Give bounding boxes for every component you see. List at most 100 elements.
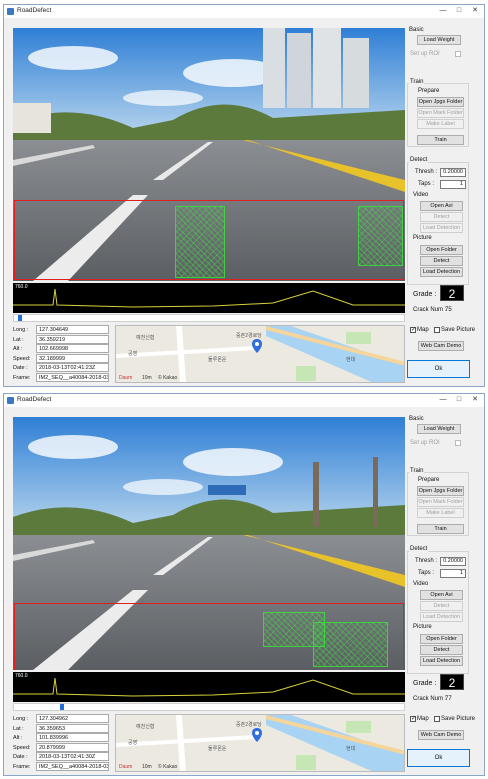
video-detect-button[interactable]: Detect — [420, 601, 463, 611]
grade-label: Grade : — [413, 680, 437, 687]
make-label-button[interactable]: Make Label — [417, 119, 464, 129]
video-detect-button[interactable]: Detect — [420, 212, 463, 222]
info-label: Frame: — [13, 375, 31, 381]
map-view[interactable]: 예천신협 공영 둘루몬운 중촌2경로당 현대 Daum 10m © Kakao — [115, 714, 405, 772]
info-value: 36.359653 — [36, 723, 109, 733]
open-avi-button[interactable]: Open Avi — [420, 201, 463, 211]
map-checkbox[interactable]: ✓ — [410, 327, 416, 333]
thresh-input[interactable]: 0.20000 — [440, 168, 466, 177]
info-row: Long : 127.304962 — [13, 714, 111, 724]
detection-box — [313, 622, 388, 667]
open-jpgs-folder-button[interactable]: Open Jpgs Folder — [417, 97, 464, 107]
minimize-button[interactable]: — — [436, 6, 450, 16]
section-prepare: Prepare — [418, 477, 440, 483]
video-load-detection-button[interactable]: Load Detection — [420, 223, 463, 233]
setup-roi-label: Set up ROI — [410, 440, 440, 446]
section-prepare: Prepare — [418, 88, 440, 94]
slider-thumb[interactable] — [60, 704, 65, 710]
taps-input[interactable]: 1 — [440, 180, 466, 189]
minimize-button[interactable]: — — [436, 395, 450, 405]
thresh-input[interactable]: 0.20000 — [440, 557, 466, 566]
close-button[interactable]: ✕ — [468, 395, 482, 405]
slider-thumb[interactable] — [17, 315, 22, 321]
info-row: Date : 2018-03-13T02:41:30Z — [13, 752, 111, 762]
info-row: Speed: 32.189999 — [13, 353, 111, 364]
timeline-slider[interactable] — [13, 703, 405, 711]
map-label: 둘루몬운 — [208, 746, 227, 752]
map-brand: Daum — [119, 764, 133, 770]
window-title: RoadDefect — [17, 396, 52, 403]
setup-roi-checkbox[interactable] — [455, 440, 461, 446]
info-value: IM2_SEQ__a40084-2018-03- — [36, 373, 109, 382]
open-mark-folder-button[interactable]: Open Mark Folder — [417, 497, 464, 507]
section-video: Video — [413, 581, 429, 587]
map-view[interactable]: 예천신협 공영 둘루몬운 중촌2경로당 현대 Daum 10m © Kakao — [115, 325, 405, 383]
section-train: Train — [409, 468, 425, 474]
map-label: 공영 — [128, 740, 138, 746]
info-value: IM2_SEQ__a40084-2018-03- — [36, 762, 109, 771]
info-label: Long : — [13, 716, 29, 722]
video-frame — [13, 417, 405, 670]
ok-button[interactable]: Ok — [407, 749, 470, 767]
thresh-label: Thresh : — [415, 558, 438, 564]
open-jpgs-folder-button[interactable]: Open Jpgs Folder — [417, 486, 464, 496]
gps-info-panel: Long : 127.304649 Lat : 36.359219 Alt : 102.6… — [13, 325, 111, 383]
open-folder-button[interactable]: Open Folder — [420, 634, 463, 644]
thresh-label: Thresh : — [415, 169, 438, 175]
setup-roi-checkbox[interactable] — [455, 51, 461, 57]
info-row: Frame: IM2_SEQ__a40084-2018-03- — [13, 373, 111, 383]
train-button[interactable]: Train — [417, 135, 464, 145]
open-avi-button[interactable]: Open Avi — [420, 590, 463, 600]
map-checkbox-label: Map — [417, 327, 429, 333]
picture-load-detection-button[interactable]: Load Detection — [420, 656, 463, 666]
info-row: Alt : 101.839996 — [13, 733, 111, 743]
grade-display: 2 — [440, 285, 464, 301]
map-checkbox[interactable]: ✓ — [410, 716, 416, 722]
picture-detect-button[interactable]: Detect — [420, 645, 463, 655]
timeline-slider[interactable] — [13, 314, 405, 322]
graph-line — [13, 288, 405, 308]
app-icon — [7, 8, 14, 15]
taps-input[interactable]: 1 — [440, 569, 466, 578]
info-row: Date : 2018-03-13T02:41:23Z — [13, 363, 111, 373]
load-weight-button[interactable]: Load Weight — [417, 35, 461, 45]
info-value: 101.839996 — [36, 733, 109, 743]
info-label: Alt : — [13, 735, 23, 742]
load-weight-button[interactable]: Load Weight — [417, 424, 461, 434]
maximize-button[interactable]: □ — [452, 395, 466, 405]
picture-detect-button[interactable]: Detect — [420, 256, 463, 266]
open-mark-folder-button[interactable]: Open Mark Folder — [417, 108, 464, 118]
crack-num-label: Crack Num : — [413, 696, 447, 702]
train-button[interactable]: Train — [417, 524, 464, 534]
picture-load-detection-button[interactable]: Load Detection — [420, 267, 463, 277]
map-label: 현대 — [346, 746, 356, 752]
maximize-button[interactable]: □ — [452, 6, 466, 16]
web-cam-demo-button[interactable]: Web Cam Demo — [418, 341, 464, 351]
detection-box — [175, 206, 225, 278]
location-pin-icon — [252, 339, 262, 353]
close-button[interactable]: ✕ — [468, 6, 482, 16]
video-load-detection-button[interactable]: Load Detection — [420, 612, 463, 622]
crack-num-value: 77 — [445, 696, 452, 702]
map-label: 예천신협 — [136, 335, 155, 341]
map-label: 둘루몬운 — [208, 357, 227, 363]
save-picture-checkbox[interactable] — [434, 327, 440, 333]
map-kakao: © Kakao — [158, 375, 178, 381]
taps-label: Taps : — [418, 570, 435, 576]
map-scale: 10m — [142, 764, 152, 770]
web-cam-demo-button[interactable]: Web Cam Demo — [418, 730, 464, 740]
save-picture-checkbox[interactable] — [434, 716, 440, 722]
info-value: 102.669998 — [36, 344, 109, 354]
map-scale: 10m — [142, 375, 152, 381]
open-folder-button[interactable]: Open Folder — [420, 245, 463, 255]
taps-label: Taps : — [418, 181, 435, 187]
map-label: 예천신협 — [136, 724, 155, 730]
make-label-button[interactable]: Make Label — [417, 508, 464, 518]
map-label: 중촌2경로당 — [236, 722, 262, 728]
info-value: 32.189999 — [36, 353, 109, 363]
ok-button[interactable]: Ok — [407, 360, 470, 378]
app-icon — [7, 397, 14, 404]
info-label: Speed: — [13, 355, 31, 362]
video-frame — [13, 28, 405, 281]
section-basic: Basic — [409, 416, 424, 422]
